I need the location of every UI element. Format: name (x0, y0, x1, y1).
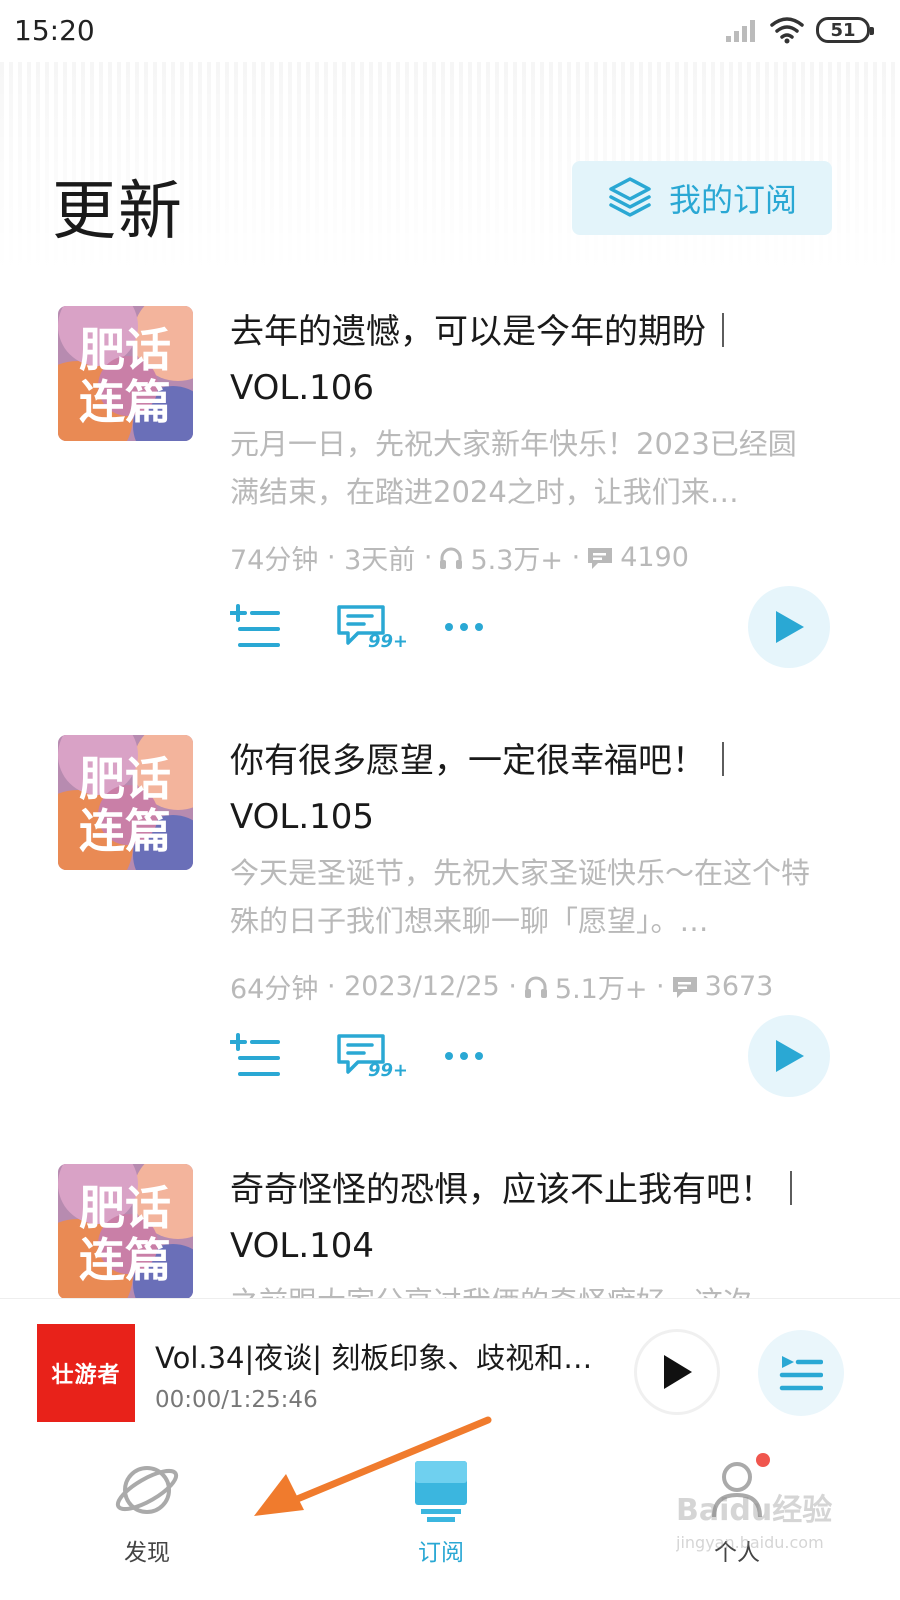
battery-indicator: 51 (816, 17, 874, 43)
episode-title[interactable]: 奇奇怪怪的恐惧，应该不止我有吧！｜VOL.104 (230, 1164, 830, 1274)
my-subscriptions-button[interactable]: 我的订阅 (572, 161, 832, 235)
episode-comments: 3673 (704, 971, 774, 1002)
cover-text-line1: 肥话 (79, 1181, 171, 1235)
status-time: 15:20 (14, 14, 95, 47)
planet-icon (115, 1466, 179, 1514)
page-title: 更新 (52, 175, 184, 249)
status-icons: 51 (724, 14, 874, 46)
player-title[interactable]: Vol.34|夜谈| 刻板印象、歧视和… (155, 1335, 605, 1377)
add-to-playlist-icon (230, 1033, 280, 1076)
player-time: 00:00/1:25:46 (155, 1387, 318, 1413)
comments-button[interactable]: 99+ (336, 1031, 444, 1081)
episode-cover[interactable]: 肥话 连篇 (58, 1164, 193, 1298)
signal-icon (726, 20, 755, 42)
more-icon (445, 1052, 483, 1060)
watermark-text: Baidu经验 (676, 1493, 832, 1528)
tab-label: 发现 (124, 1540, 170, 1566)
play-icon (664, 1355, 692, 1389)
layers-icon (609, 177, 651, 217)
comment-badge: 99+ (368, 631, 406, 651)
comment-badge: 99+ (368, 1060, 406, 1080)
episode-cover[interactable]: 肥话 连篇 (58, 735, 193, 870)
comment-icon: 99+ (337, 1034, 406, 1080)
headphones-icon (523, 974, 549, 1000)
episode-item[interactable]: 肥话 连篇 你有很多愿望，一定很幸福吧！｜VOL.105 今天是圣诞节，先祝大家… (0, 735, 900, 1165)
add-to-playlist-button[interactable] (230, 1031, 336, 1081)
episode-title[interactable]: 去年的遗憾，可以是今年的期盼｜VOL.106 (230, 304, 830, 416)
comment-count-icon (671, 974, 699, 1000)
episode-cover[interactable]: 肥话 连篇 (58, 306, 193, 441)
episode-date: 2023/12/25 (344, 971, 500, 1002)
episode-duration: 74分钟 (230, 545, 319, 576)
episode-plays: 5.3万+ (470, 545, 564, 576)
playlist-icon (779, 1356, 823, 1391)
player-cover[interactable]: 壮游者 (37, 1324, 135, 1422)
play-button[interactable] (748, 586, 830, 668)
cover-text-line2: 连篇 (79, 1233, 171, 1287)
baidu-watermark: Baidu经验 jingyan.baidu.com (676, 1493, 832, 1552)
player-play-button[interactable] (634, 1329, 720, 1415)
watermark-url: jingyan.baidu.com (676, 1533, 824, 1552)
episode-description: 之前跟大家分享过我俩的奇怪癖好，这次 (230, 1278, 820, 1298)
play-icon (776, 1040, 804, 1072)
cover-text-line1: 肥话 (79, 752, 171, 806)
cover-text-line1: 肥话 (79, 323, 171, 377)
headphones-icon (438, 545, 464, 571)
more-button[interactable] (444, 1031, 504, 1081)
notification-dot (756, 1453, 770, 1467)
more-button[interactable] (444, 602, 504, 652)
play-icon (776, 611, 804, 643)
tab-label: 订阅 (418, 1540, 464, 1566)
my-subscriptions-label: 我的订阅 (668, 181, 797, 219)
episode-description: 元月一日，先祝大家新年快乐！2023已经圆满结束，在踏进2024之时，让我们来… (230, 427, 797, 509)
player-cover-text: 壮游者 (51, 1363, 121, 1388)
comment-count-icon (586, 545, 614, 571)
tab-discover[interactable]: 发现 (72, 1455, 222, 1595)
episode-plays: 5.1万+ (554, 974, 648, 1005)
wifi-icon (770, 17, 804, 44)
comment-icon: 99+ (337, 605, 406, 651)
episode-meta: 64分钟 · 2023/12/25 · 5.1万+ · 3673 (230, 967, 773, 1006)
playlist-button[interactable] (758, 1330, 844, 1416)
play-button[interactable] (748, 1015, 830, 1097)
episode-meta: 74分钟 · 3天前 · 5.3万+ · 4190 (230, 538, 689, 577)
episode-comments: 4190 (620, 542, 689, 573)
comments-button[interactable]: 99+ (336, 602, 444, 652)
annotation-arrow (254, 1416, 492, 1516)
cover-text-line2: 连篇 (79, 375, 171, 429)
status-bar: 15:20 51 (0, 0, 900, 62)
episode-actions: 99+ (230, 1031, 504, 1081)
episode-item[interactable]: 肥话 连篇 去年的遗憾，可以是今年的期盼｜VOL.106 元月一日，先祝大家新年… (0, 306, 900, 736)
episode-actions: 99+ (230, 602, 504, 652)
episode-item[interactable]: 肥话 连篇 奇奇怪怪的恐惧，应该不止我有吧！｜VOL.104 之前跟大家分享过我… (0, 1164, 900, 1298)
add-to-playlist-icon (230, 604, 280, 647)
episode-description: 今天是圣诞节，先祝大家圣诞快乐～在这个特殊的日子我们想来聊一聊「愿望」。… (230, 856, 811, 938)
cover-text-line2: 连篇 (79, 804, 171, 858)
episode-date: 3天前 (344, 545, 416, 576)
episode-duration: 64分钟 (230, 974, 319, 1005)
more-icon (445, 623, 483, 631)
episode-title[interactable]: 你有很多愿望，一定很幸福吧！｜VOL.105 (230, 733, 830, 845)
add-to-playlist-button[interactable] (230, 602, 336, 652)
